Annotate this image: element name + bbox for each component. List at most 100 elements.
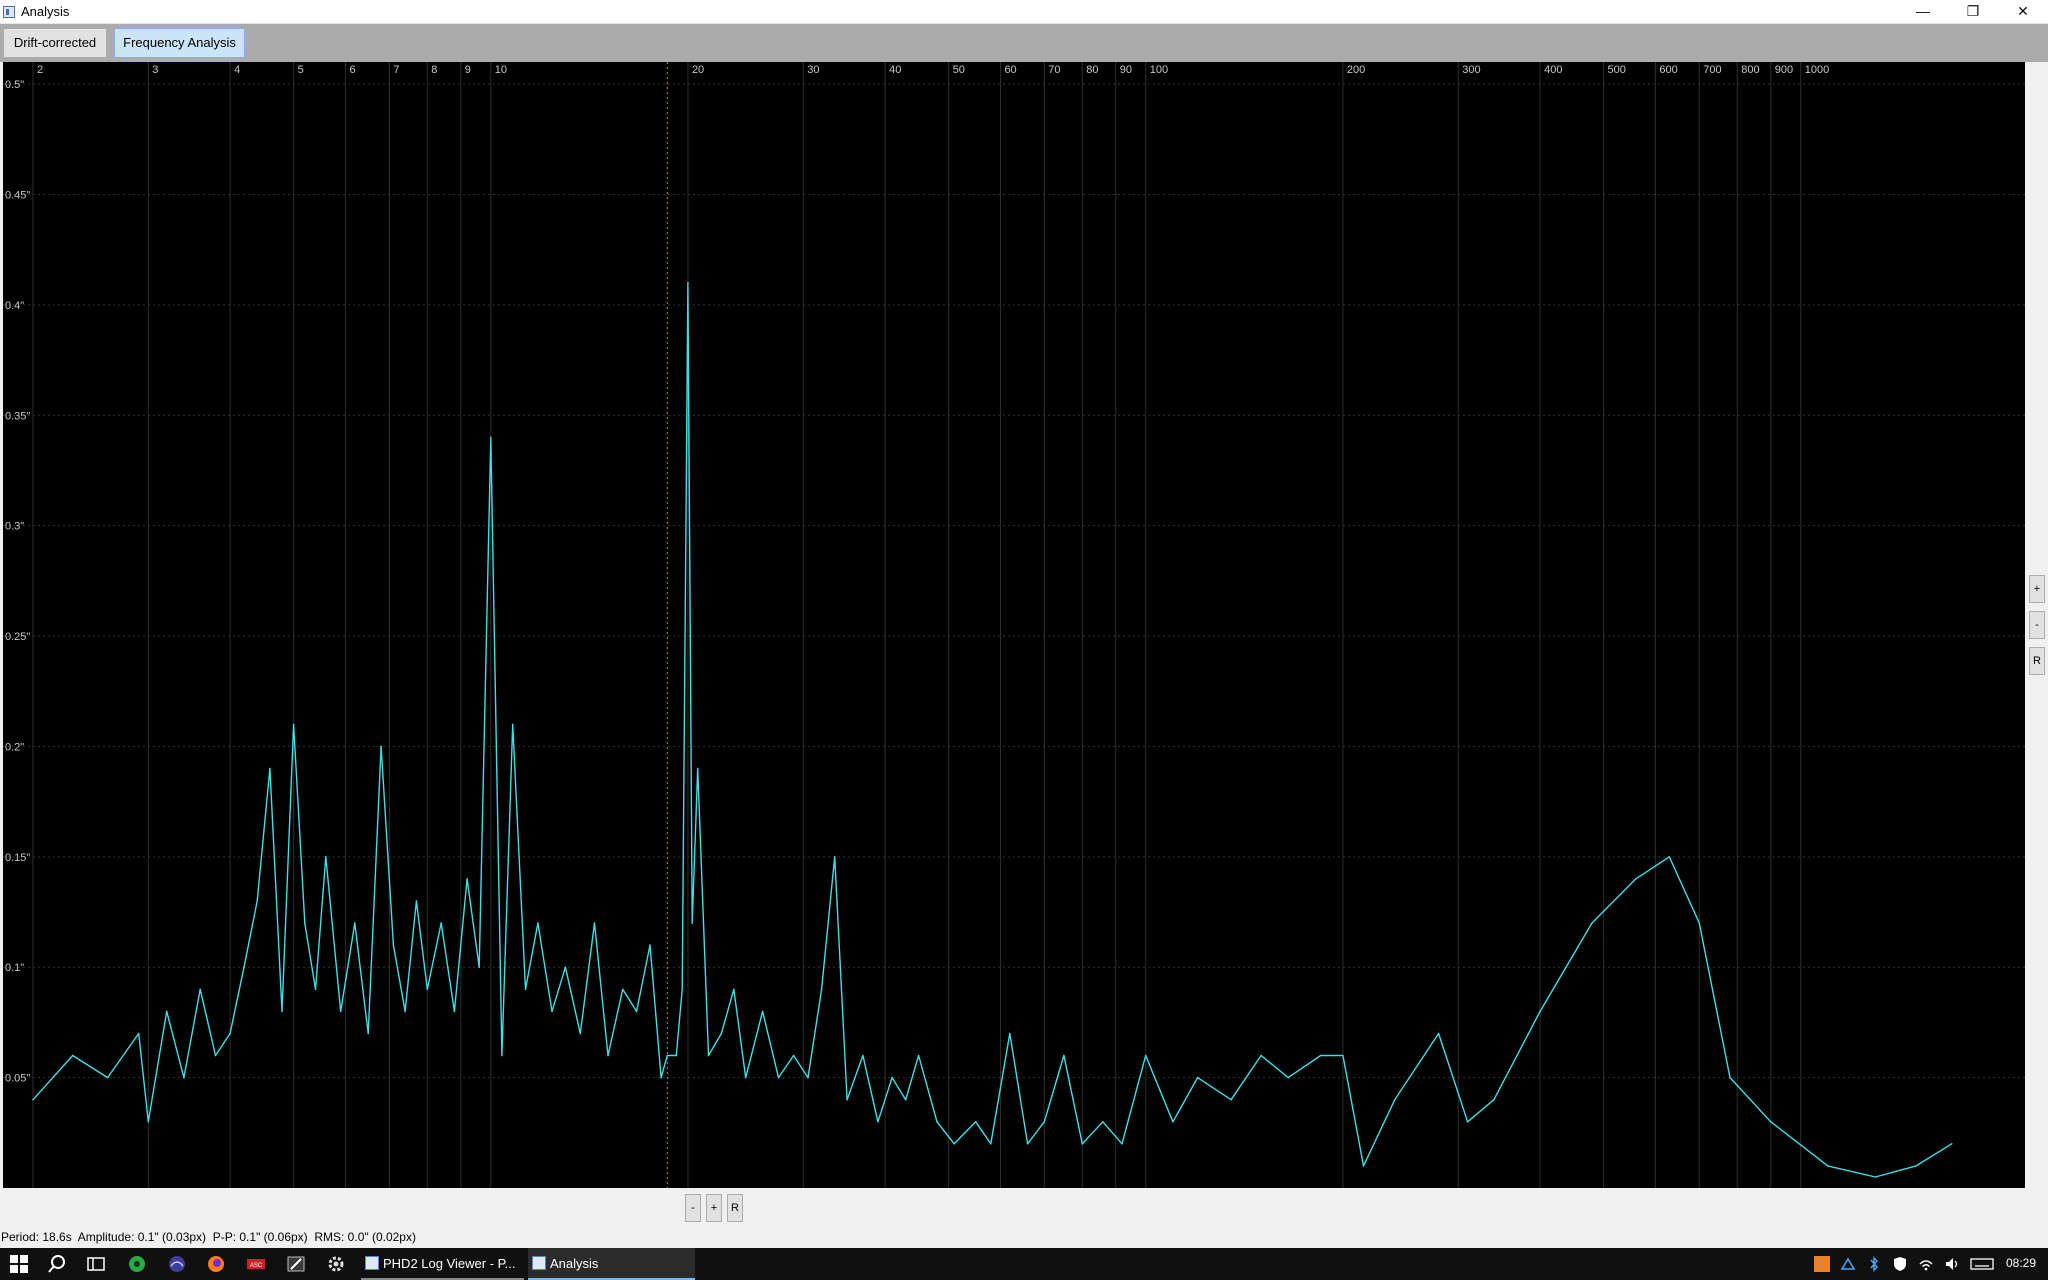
- taskbar-clock[interactable]: 08:29: [2006, 1256, 2036, 1270]
- spectrum-data-point: [593, 922, 596, 924]
- spectrum-data-point: [501, 1054, 503, 1057]
- spectrum-data-point: [1063, 1054, 1065, 1057]
- spectrum-data-point: [733, 988, 735, 991]
- spectrum-data-point: [1230, 1098, 1232, 1101]
- x-tick-label: 80: [1086, 64, 1098, 76]
- svg-text:ASC: ASC: [250, 1263, 263, 1269]
- y-tick-label: 0.3": [5, 521, 24, 533]
- sharpcap-icon[interactable]: [127, 1254, 147, 1274]
- y-zoom-reset-button[interactable]: R: [2029, 647, 2045, 675]
- spectrum-data-point: [269, 767, 271, 770]
- tray-app-icon[interactable]: [1814, 1256, 1830, 1272]
- volume-icon[interactable]: [1944, 1256, 1960, 1272]
- spectrum-data-point: [106, 1076, 109, 1079]
- x-zoom-out-button[interactable]: -: [685, 1194, 701, 1222]
- minimize-button[interactable]: —: [1900, 0, 1946, 23]
- pencil-icon[interactable]: [286, 1254, 306, 1274]
- spectrum-data-point: [1144, 1054, 1147, 1057]
- spectrum-data-point: [1342, 1054, 1344, 1057]
- x-tick-label: 100: [1150, 64, 1168, 76]
- spectrum-data-point: [744, 1076, 747, 1079]
- frequency-plot[interactable]: 2 3 4 5 6 7 8 9 10 20 30 40 50 60 70 80 90 100 200 300 400 50…: [3, 62, 2025, 1188]
- spectrum-data-point: [32, 1098, 34, 1101]
- x-zoom-in-button[interactable]: +: [706, 1194, 722, 1222]
- spectrum-data-point: [990, 1143, 992, 1145]
- spectrum-data-point: [137, 1032, 140, 1035]
- spectrum-data-point: [696, 767, 699, 770]
- x-tick-label: 900: [1775, 64, 1793, 76]
- spectrum-data-point: [440, 922, 443, 924]
- spectrum-data-point: [229, 1032, 231, 1035]
- y-tick-label: 0.45": [5, 189, 30, 201]
- x-tick-label: 400: [1544, 64, 1562, 76]
- spectrum-data-point: [1950, 1143, 1953, 1145]
- spectrum-data-point: [1102, 1121, 1104, 1123]
- spectrum-data-point: [917, 1054, 920, 1057]
- taskbar-app-log-viewer[interactable]: PHD2 Log Viewer - P...: [361, 1248, 524, 1280]
- tab-frequency-analysis[interactable]: Frequency Analysis: [114, 28, 245, 58]
- tab-drift-corrected[interactable]: Drift-corrected: [3, 28, 107, 58]
- network-tool-icon[interactable]: [1840, 1256, 1856, 1272]
- spectrum-data-point: [607, 1054, 609, 1057]
- spectrum-data-point: [1668, 856, 1671, 858]
- taskbar-app-analysis[interactable]: Analysis: [528, 1248, 695, 1280]
- y-tick-label: 0.1": [5, 962, 24, 974]
- y-tick-label: 0.15": [5, 852, 30, 864]
- shield-icon[interactable]: [1892, 1256, 1908, 1272]
- log-viewer-icon: [365, 1256, 379, 1270]
- spectrum-data-point: [777, 1076, 780, 1079]
- spectrum-data-point: [687, 282, 689, 284]
- y-tick-label: 0.5": [5, 79, 24, 91]
- spectrum-data-point: [292, 723, 295, 726]
- spectrum-data-point: [1591, 922, 1593, 924]
- taskbar-app-label: Analysis: [550, 1256, 599, 1271]
- y-tick-label: 0.35": [5, 410, 30, 422]
- spectrum-data-point: [392, 944, 395, 946]
- spectrum-data-point: [354, 922, 356, 924]
- spectrum-data-point: [1827, 1165, 1829, 1167]
- spectrum-data-point: [1466, 1121, 1469, 1123]
- spectrum-data-point: [1009, 1032, 1011, 1035]
- ascom-icon[interactable]: ASC: [246, 1254, 266, 1274]
- taskbar: ASC PHD2 Log Viewer - P... Analysis 08:2…: [0, 1248, 2048, 1280]
- title-bar: Analysis — ❐ ✕: [0, 0, 2048, 24]
- spectrum-data-point: [281, 1010, 283, 1013]
- spectrum-data-point: [1394, 1098, 1396, 1101]
- x-tick-label: 2: [37, 64, 43, 76]
- spectrum-data-point: [1770, 1121, 1772, 1123]
- spectrum-data-point: [953, 1143, 955, 1145]
- bluetooth-icon[interactable]: [1866, 1256, 1882, 1272]
- spectrum-data-point: [660, 1076, 662, 1079]
- stellarium-icon[interactable]: [167, 1254, 187, 1274]
- maximize-button[interactable]: ❐: [1950, 0, 1996, 23]
- x-tick-label: 60: [1004, 64, 1016, 76]
- search-icon[interactable]: [47, 1254, 67, 1274]
- y-zoom-in-button[interactable]: +: [2029, 575, 2045, 603]
- firefox-icon[interactable]: [206, 1254, 226, 1274]
- spectrum-data-point: [380, 745, 382, 748]
- x-tick-label: 6: [349, 64, 355, 76]
- spectrum-data-point: [339, 1010, 342, 1013]
- spectrum-data-point: [1172, 1121, 1174, 1123]
- frequency-chart-svg: 2 3 4 5 6 7 8 9 10 20 30 40 50 60 70 80 90 100 200 300 400 50…: [3, 62, 2025, 1188]
- window-title: Analysis: [21, 4, 70, 19]
- wifi-icon[interactable]: [1918, 1256, 1934, 1272]
- spectrum-data-point: [681, 988, 683, 991]
- spectrum-data-point: [564, 966, 567, 968]
- keyboard-icon[interactable]: [1970, 1256, 1994, 1272]
- spectrum-data-point: [691, 922, 693, 924]
- task-view-icon[interactable]: [86, 1254, 106, 1274]
- spectrum-data-point: [214, 1054, 217, 1057]
- spectrum-data-point: [325, 856, 327, 858]
- start-icon[interactable]: [9, 1254, 29, 1274]
- x-tick-label: 50: [953, 64, 965, 76]
- close-button[interactable]: ✕: [2000, 0, 2046, 23]
- y-zoom-out-button[interactable]: -: [2029, 611, 2045, 639]
- settings-icon[interactable]: [326, 1254, 346, 1274]
- spectrum-data-point: [199, 988, 201, 991]
- x-zoom-reset-button[interactable]: R: [727, 1194, 743, 1222]
- spectrum-data-point: [304, 922, 306, 924]
- x-tick-label: 200: [1347, 64, 1365, 76]
- x-tick-label: 30: [807, 64, 819, 76]
- x-tick-label: 500: [1608, 64, 1626, 76]
